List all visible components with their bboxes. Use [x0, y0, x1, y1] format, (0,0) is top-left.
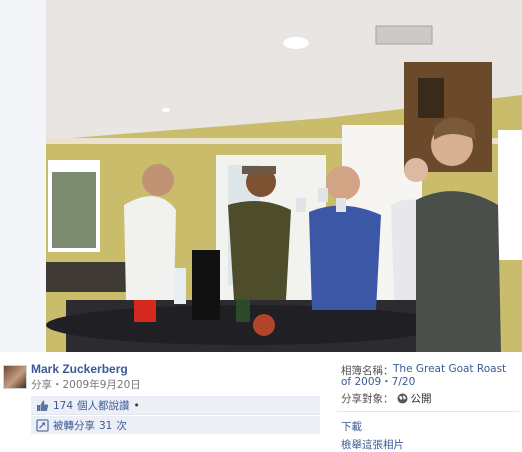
likes-text[interactable]: 個人都說讚: [77, 398, 130, 413]
audience-label: 分享對象：: [341, 393, 394, 405]
photo-image: [46, 0, 522, 352]
shares-count[interactable]: 31: [99, 420, 112, 432]
likes-row: 174 個人都說讚 •: [31, 396, 320, 415]
avatar[interactable]: [3, 365, 27, 389]
photo[interactable]: [46, 0, 522, 352]
shares-row: 被轉分享 31 次: [31, 416, 320, 434]
divider: [337, 411, 519, 412]
likes-count[interactable]: 174: [53, 400, 73, 412]
audience-value[interactable]: 公開: [411, 391, 432, 406]
shares-prefix[interactable]: 被轉分享: [53, 418, 95, 433]
author-name[interactable]: Mark Zuckerberg: [31, 362, 128, 376]
shares-suffix[interactable]: 次: [116, 418, 127, 433]
globe-icon[interactable]: [397, 393, 408, 404]
album-name-link[interactable]: The Great Goat Roast of 2009・7/20: [341, 363, 517, 389]
share-icon: [36, 419, 49, 432]
audience-row: 分享對象： 公開: [341, 391, 432, 406]
left-gutter: [0, 0, 46, 352]
thumbs-up-icon: [37, 400, 49, 412]
likes-bullet: •: [133, 399, 140, 412]
share-date: 分享・2009年9月20日: [31, 379, 141, 391]
download-link[interactable]: 下載: [341, 419, 362, 434]
